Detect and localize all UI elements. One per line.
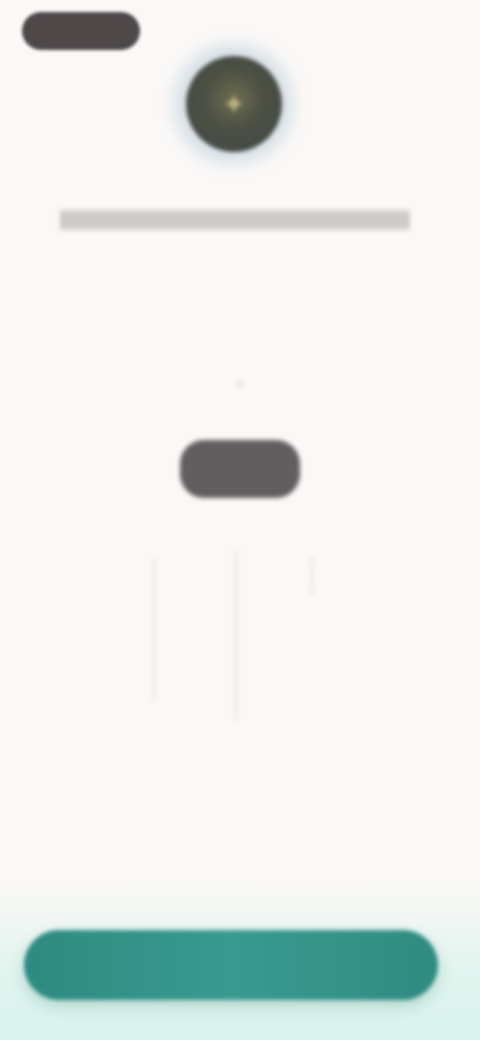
guide-line [234, 550, 238, 720]
picker-marker-icon: ▾ [236, 376, 244, 392]
selected-value-chip[interactable] [180, 440, 300, 498]
guide-line [152, 560, 156, 700]
avatar-icon: ✦ [222, 88, 246, 120]
page-title [60, 200, 410, 238]
scale-row[interactable] [40, 524, 440, 554]
continue-button[interactable] [24, 930, 438, 1000]
back-button[interactable] [22, 12, 140, 50]
top-right-link[interactable] [350, 18, 446, 42]
page-subtitle [200, 242, 280, 262]
avatar: ✦ [186, 56, 282, 152]
guide-line [310, 556, 314, 596]
